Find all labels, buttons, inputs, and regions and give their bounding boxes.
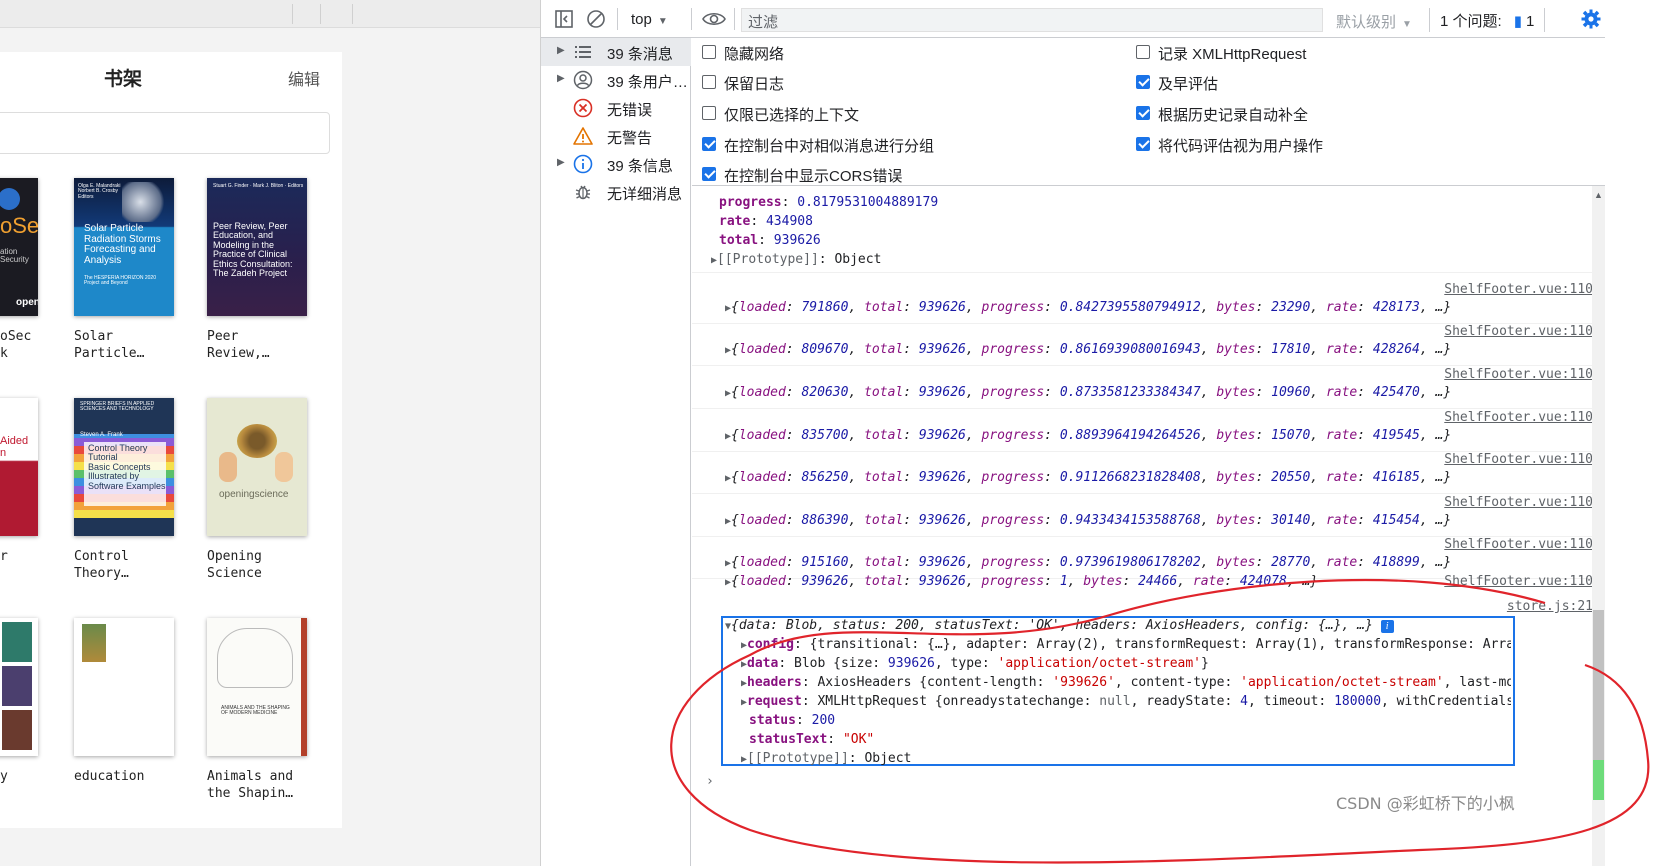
gear-icon[interactable] [1581,9,1601,29]
console-property: total: 939626 [719,233,821,248]
sidebar-item-errors[interactable]: 无错误 [541,94,691,122]
row-separator [692,408,1605,409]
bookshelf-app: 书架 编辑 oSec ation Security open oSec k Ol… [0,0,540,866]
warning-icon [573,126,593,146]
book-cover: Aided n [0,398,38,536]
console-sidebar: ▶ 39 条消息 ▶ 39 条用户… 无错误 无警告 ▶ 39 条信息 无详细消… [541,38,691,866]
scroll-up-arrow-icon[interactable]: ▲ [1592,190,1605,200]
sidebar-item-verbose[interactable]: 无详细消息 [541,178,691,206]
source-link-shelffooter[interactable]: ShelfFooter.vue:110 [1444,452,1593,467]
book-cover: Stuart G. Finder · Mark J. Bliton · Edit… [207,178,307,316]
shelf-title: 书架 [104,68,143,90]
shelf-search-input[interactable] [0,112,330,154]
console-log-entry[interactable]: ▶{loaded: 915160, total: 939626, progres… [725,555,1451,570]
console-output: progress: 0.8179531004889179 rate: 43490… [692,186,1605,866]
row-separator [692,493,1605,494]
response-status-row: status: 200 [749,713,836,728]
book-cover [74,618,174,756]
source-link-shelffooter[interactable]: ShelfFooter.vue:110 [1444,495,1593,510]
console-log-entry[interactable]: ▶{loaded: 820630, total: 939626, progres… [725,385,1451,400]
user-icon [573,70,593,90]
book-cover: oSec ation Security open [0,178,38,316]
book-title: Animals and the Shapin… [207,769,294,801]
console-property: rate: 434908 [719,214,813,229]
property-value: AxiosHeaders {content-length: '939626', … [817,675,1511,690]
issues-button[interactable]: 1 个问题: ▮ 1 [1429,8,1546,32]
book-cover: SPRINGER BRIEFS IN APPLIED SCIENCES AND … [74,398,174,536]
sidebar-item-warnings[interactable]: 无警告 [541,122,691,150]
response-data-row[interactable]: ▶data: Blob {size: 939626, type: 'applic… [741,656,1209,671]
source-link-shelffooter[interactable]: ShelfFooter.vue:110 [1444,537,1593,552]
source-link-shelffooter[interactable]: ShelfFooter.vue:110 [1444,410,1593,425]
response-request-row[interactable]: ▶request: XMLHttpRequest {onreadystatech… [741,694,1511,709]
source-link-shelffooter[interactable]: ShelfFooter.vue:110 [1444,324,1593,339]
source-link-shelffooter[interactable]: ShelfFooter.vue:110 [1444,282,1593,297]
console-log-entry[interactable]: ▶{loaded: 856250, total: 939626, progres… [725,470,1451,485]
issue-message-icon: ▮ [1513,13,1522,30]
console-log-entry[interactable]: ▶{loaded: 886390, total: 939626, progres… [725,513,1451,528]
scrollbar-highlight [1593,760,1604,800]
list-icon [573,42,593,62]
sidebar-item-user-messages[interactable]: ▶ 39 条用户… [541,66,691,94]
book-title: Control Theory… [74,549,129,581]
error-icon [573,98,593,118]
book-cover: Olga E. Malandraki Norbert B. Crosby Edi… [74,178,174,316]
console-log-entry[interactable]: ▶{loaded: 809670, total: 939626, progres… [725,342,1451,357]
book-cover [0,618,38,756]
console-property: progress: 0.8179531004889179 [719,195,939,210]
prototype-row[interactable]: ▶[[Prototype]]: Object [741,751,911,766]
bug-icon [573,182,593,202]
live-expression-eye-icon[interactable] [701,8,727,30]
book-title: education [74,769,145,784]
context-selector[interactable]: top ▼ [631,11,668,28]
console-toolbar: top ▼ 过滤 默认级别 ▼ 1 个问题: ▮ 1 [541,0,1605,38]
property-value: Blob {size: 939626, type: 'application/o… [794,656,1209,671]
response-statustext-row: statusText: "OK" [749,732,875,747]
response-headers-row[interactable]: ▶headers: AxiosHeaders {content-length: … [741,675,1511,690]
response-summary[interactable]: ▼{data: Blob, status: 200, statusText: '… [725,618,1394,633]
response-config-row[interactable]: ▶config: {transitional: {…}, adapter: Ar… [741,637,1511,652]
edit-button[interactable]: 编辑 [288,66,320,90]
prototype-row[interactable]: ▶[[Prototype]]: Object [711,252,881,267]
screenshot-root: 书架 编辑 oSec ation Security open oSec k Ol… [0,0,1661,866]
app-bottom-strip [0,846,540,866]
info-icon: i [1380,620,1394,633]
book-cover: openingscience [207,398,307,536]
row-separator [692,365,1605,366]
console-settings: 隐藏网络 保留日志 仅限已选择的上下文 在控制台中对相似消息进行分组 在控制台中… [692,38,1605,186]
devtools-panel: top ▼ 过滤 默认级别 ▼ 1 个问题: ▮ 1 ▶ 39 条消息 ▶ 39… [540,0,1661,866]
console-log-entry[interactable]: ▶{loaded: 939626, total: 939626, progres… [725,574,1318,589]
clear-console-icon[interactable] [585,8,607,30]
sidebar-toggle-icon[interactable] [553,8,575,30]
info-icon [573,154,593,174]
book-cover: ANIMALS AND THE SHAPING OF MODERN MEDICI… [207,618,307,756]
sidebar-item-info[interactable]: ▶ 39 条信息 [541,150,691,178]
book-title: Opening Science [207,549,262,581]
book-title: Peer Review,… [207,329,270,361]
sidebar-item-messages[interactable]: ▶ 39 条消息 [541,38,691,66]
console-log-entry[interactable]: ▶{loaded: 835700, total: 939626, progres… [725,428,1451,443]
source-link-store[interactable]: store.js:21 [1507,599,1593,614]
source-link-shelffooter[interactable]: ShelfFooter.vue:110 [1444,574,1593,589]
app-top-strip [0,0,540,28]
filter-input[interactable]: 过滤 [741,8,1323,32]
watermark: CSDN @彩虹桥下的小枫 [1336,794,1515,813]
console-prompt-icon[interactable]: › [706,774,714,789]
console-log-entry[interactable]: ▶{loaded: 791860, total: 939626, progres… [725,300,1451,315]
property-value: XMLHttpRequest {onreadystatechange: null… [817,694,1511,709]
book-title: Solar Particle… [74,329,145,361]
log-levels-dropdown[interactable]: 默认级别 ▼ [1336,11,1412,32]
source-link-shelffooter[interactable]: ShelfFooter.vue:110 [1444,367,1593,382]
